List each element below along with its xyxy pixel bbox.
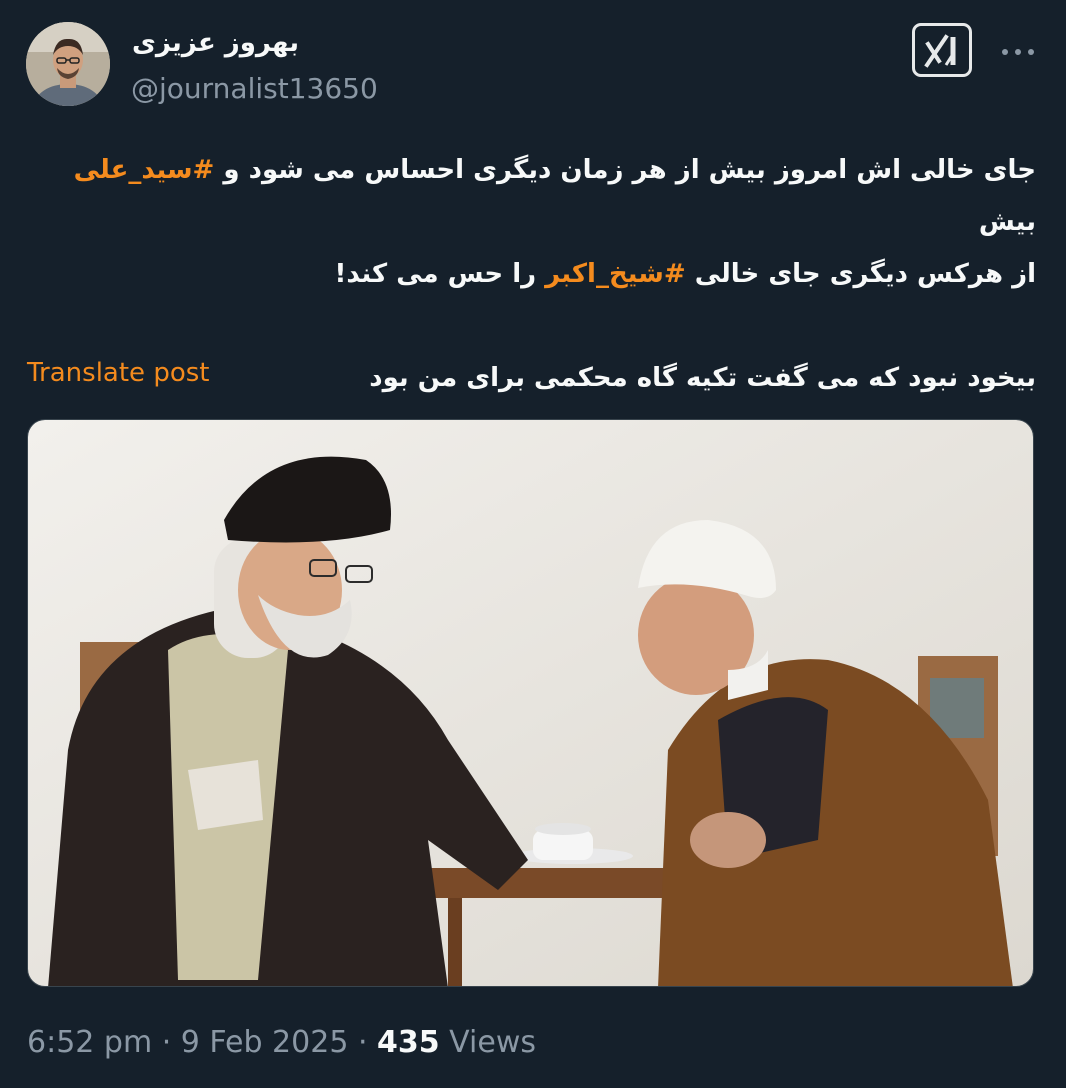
post-line-1: جای خالی اش امروز بیش از هر زمان دیگری ا… — [73, 155, 1036, 237]
post-meta: 6:52 pm · 9 Feb 2025 · 435 Views — [27, 1025, 536, 1060]
grok-icon — [924, 34, 956, 68]
post-photo[interactable] — [27, 419, 1034, 987]
views-label: Views — [439, 1025, 536, 1060]
more-icon — [1002, 49, 1034, 55]
views-count[interactable]: 435 — [377, 1025, 440, 1060]
grok-button[interactable] — [912, 23, 972, 77]
translate-post-link[interactable]: Translate post — [27, 358, 209, 388]
photo-two-clerics-icon — [28, 420, 1033, 986]
hashtag-seyed-ali[interactable]: #سید_علی — [74, 155, 215, 185]
author-handle[interactable]: @journalist13650 — [131, 72, 378, 105]
author-display-name[interactable]: بهروز عزیزی — [132, 28, 299, 58]
author-avatar[interactable] — [26, 22, 110, 106]
profile-photo-icon — [26, 22, 110, 106]
post-line-2: از هرکس دیگری جای خالی #شیخ_اکبر را حس م… — [334, 259, 1036, 289]
post-time[interactable]: 6:52 pm — [27, 1025, 152, 1060]
hashtag-sheikh-akbar[interactable]: #شیخ_اکبر — [545, 259, 686, 289]
post-date[interactable]: 9 Feb 2025 — [181, 1025, 349, 1060]
more-options-button[interactable] — [998, 36, 1038, 68]
